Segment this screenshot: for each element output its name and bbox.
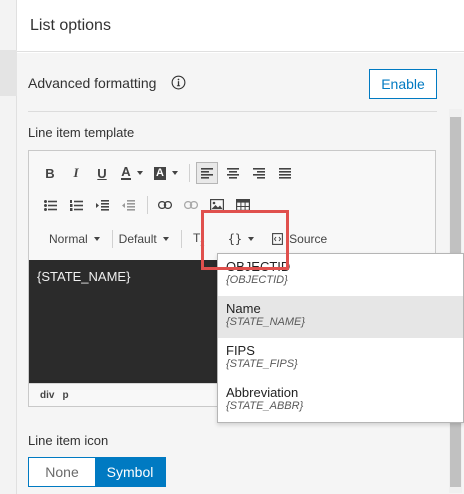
field-option-label: Abbreviation <box>226 385 299 400</box>
icon-option-symbol[interactable]: Symbol <box>95 458 165 486</box>
toolbar-separator <box>147 196 148 214</box>
field-option-token: {STATE_ABBR} <box>226 400 304 412</box>
field-option-name[interactable]: Name {STATE_NAME} <box>218 296 463 338</box>
field-option-label: Name <box>226 301 261 316</box>
background-color-icon: A <box>154 166 166 180</box>
toolbar-row-1: B I U A A <box>39 159 300 187</box>
field-option-abbreviation[interactable]: Abbreviation {STATE_ABBR} <box>218 380 463 422</box>
link-button[interactable] <box>154 194 176 216</box>
bulleted-list-icon <box>43 199 57 211</box>
format-select[interactable]: Normal <box>49 232 100 246</box>
unlink-button[interactable] <box>180 194 202 216</box>
path-item-div[interactable]: div <box>40 390 54 401</box>
left-strip-selected <box>0 50 17 96</box>
line-item-icon-label: Line item icon <box>28 433 109 448</box>
toolbar-separator <box>180 230 182 248</box>
panel-title: List options <box>30 17 111 34</box>
toolbar-separator <box>111 230 113 248</box>
field-option-fips[interactable]: FIPS {STATE_FIPS} <box>218 338 463 380</box>
enable-button[interactable]: Enable <box>369 69 437 99</box>
link-icon <box>158 201 172 209</box>
bulleted-list-button[interactable] <box>39 194 61 216</box>
numbered-list-button[interactable] <box>65 194 87 216</box>
field-option-token: {STATE_NAME} <box>226 316 306 328</box>
decrease-indent-button[interactable] <box>117 194 139 216</box>
toolbar-separator <box>189 164 190 182</box>
justify-button[interactable] <box>274 162 296 184</box>
unlink-icon <box>184 201 198 209</box>
font-select-value: Default <box>118 232 157 246</box>
highlight-callout-box <box>201 210 289 270</box>
advanced-formatting-label: Advanced formatting <box>28 75 157 91</box>
editor-content-area[interactable]: {STATE_NAME} <box>29 260 217 383</box>
field-option-label: FIPS <box>226 343 255 358</box>
editor-content-text: {STATE_NAME} <box>37 269 131 284</box>
underline-button[interactable]: U <box>91 162 113 184</box>
text-color-button[interactable]: A <box>117 162 147 184</box>
align-center-button[interactable] <box>222 162 244 184</box>
font-select[interactable]: Default <box>119 232 169 246</box>
justify-icon <box>279 167 291 179</box>
left-strip <box>0 0 17 494</box>
text-color-icon: A <box>121 164 131 180</box>
align-left-button[interactable] <box>196 162 218 184</box>
align-center-icon <box>227 167 239 179</box>
field-option-token: {OBJECTID} <box>226 274 288 286</box>
numbered-list-icon <box>69 199 83 211</box>
bold-button[interactable]: B <box>39 162 61 184</box>
line-item-template-label: Line item template <box>28 125 135 140</box>
panel-header: List options <box>17 0 464 52</box>
align-right-icon <box>253 167 265 179</box>
info-icon[interactable] <box>171 75 186 90</box>
increase-indent-button[interactable] <box>91 194 113 216</box>
source-label: Source <box>289 232 328 246</box>
background-color-button[interactable]: A <box>151 162 181 184</box>
field-option-token: {STATE_FIPS} <box>226 358 298 370</box>
increase-indent-icon <box>95 199 109 211</box>
format-select-value: Normal <box>49 232 88 246</box>
align-right-button[interactable] <box>248 162 270 184</box>
field-dropdown-menu: OBJECTID {OBJECTID} Name {STATE_NAME} FI… <box>217 253 464 423</box>
align-left-icon <box>201 167 213 179</box>
chevron-down-icon <box>162 237 169 241</box>
decrease-indent-icon <box>121 199 135 211</box>
line-item-icon-toggle: None Symbol <box>28 457 166 487</box>
toolbar-row-3: Normal Default Tx {} Source <box>39 225 335 253</box>
icon-option-none[interactable]: None <box>29 458 95 486</box>
chevron-down-icon <box>93 237 100 241</box>
italic-button[interactable]: I <box>65 162 87 184</box>
path-item-p[interactable]: p <box>62 390 68 401</box>
divider <box>28 111 437 112</box>
